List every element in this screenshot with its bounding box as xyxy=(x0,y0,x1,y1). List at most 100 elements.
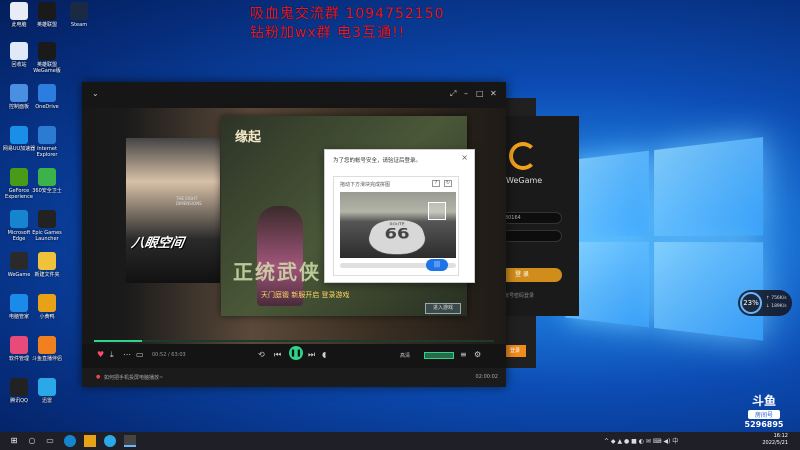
speed-toggle[interactable] xyxy=(424,352,454,359)
wegame-taskbar-icon[interactable] xyxy=(124,435,136,447)
nvidia-icon xyxy=(10,168,28,186)
like-icon[interactable]: ♥ xyxy=(97,350,104,359)
desktop-icon-label: 迅雷 xyxy=(41,398,52,404)
collapse-icon[interactable]: ⌄ xyxy=(92,90,100,98)
desktop-icon[interactable]: 英雄联盟 WeGame版 xyxy=(30,42,64,74)
desktop-icon-label: Internet Explorer xyxy=(36,146,58,158)
comment-icon[interactable]: ▭ xyxy=(136,350,144,359)
status-message[interactable]: 如何把手机投屏电脑播放~ xyxy=(104,374,163,381)
volume-icon[interactable]: ◖ xyxy=(322,350,326,359)
more-icon[interactable]: ⋯ xyxy=(123,350,131,359)
desktop-icon-label: 小黄鸭 xyxy=(39,314,55,320)
settings-icon[interactable]: ⚙ xyxy=(474,350,481,359)
task-view-icon[interactable]: ▭ xyxy=(44,435,56,447)
loop-icon[interactable]: ⟲ xyxy=(258,350,265,359)
time-display: 00:52 / 63:03 xyxy=(152,352,186,358)
douyu-watermark: 斗鱼 房间号 5296895 xyxy=(742,392,786,429)
status-time: 02:00:02 xyxy=(475,374,498,380)
clock-date: 2022/5/21 xyxy=(762,440,788,446)
refresh-icon[interactable]: ↻ xyxy=(444,180,452,187)
taskbar: ⊞ ○ ▭ ^ ◆ ▲ ● ■ ◐ ✉ ⌨ ◀) 中 16:12 2022/5/… xyxy=(0,432,800,450)
game-logo: 缘起 xyxy=(235,130,262,145)
edge-icon xyxy=(10,210,28,228)
room-number: 5296895 xyxy=(744,420,784,429)
qq-icon xyxy=(10,378,28,396)
desktop-icon[interactable]: 360安全卫士 xyxy=(30,168,64,194)
pause-button[interactable]: ❚❚ xyxy=(289,346,303,360)
tray-icons[interactable]: ^ ◆ ▲ ● ■ ◐ ✉ ⌨ ◀) 中 xyxy=(604,436,678,445)
network-speed-widget[interactable]: 23% ↑ 756K/s ↓ 189K/s xyxy=(738,290,792,316)
wegame-title: WeGame xyxy=(506,176,543,185)
start-icon[interactable]: ⊞ xyxy=(8,435,20,447)
poster-caption: THE EIGHT DIMENSIONS xyxy=(176,196,202,206)
minimize-icon[interactable]: – xyxy=(464,90,472,98)
desktop-icon-label: 360安全卫士 xyxy=(32,188,62,194)
wegame-logo-icon xyxy=(509,142,537,170)
slider-knob[interactable]: ||| xyxy=(426,259,448,271)
desktop-icon[interactable]: 斗鱼直播伴侣 xyxy=(30,336,64,362)
folder-icon xyxy=(38,252,56,270)
fullscreen-icon[interactable]: ⤢ xyxy=(450,90,458,98)
download-speed: ↓ 189K/s xyxy=(766,304,787,309)
captcha-dialog[interactable]: 为了您的帐号安全，请验证后登录。 × 拖动下方滑块完成拼图 ? ↻ ROUTE … xyxy=(324,149,475,283)
security-icon xyxy=(38,168,56,186)
overlay-line-1: 吸血鬼交流群 1094752150 xyxy=(250,6,445,22)
room-label: 房间号 xyxy=(748,410,780,419)
desktop-icon-label: Steam xyxy=(70,22,88,28)
captcha-panel: 拖动下方滑块完成拼图 ? ↻ ROUTE 66 ||| xyxy=(333,176,459,276)
poster-title: 八眼空间 xyxy=(130,236,185,251)
desktop-icon[interactable]: Internet Explorer xyxy=(30,126,64,158)
app-taskbar-icon[interactable] xyxy=(104,435,116,447)
feedback-icon[interactable]: ? xyxy=(432,180,440,187)
captcha-image: ROUTE 66 xyxy=(340,192,456,258)
previous-icon[interactable]: ⏮ xyxy=(274,350,281,360)
playlist-icon[interactable]: ≡ xyxy=(460,350,467,359)
computer-icon xyxy=(10,2,28,20)
desktop-icon[interactable]: 新建文件夹 xyxy=(30,252,64,278)
desktop-icon[interactable]: 英雄联盟 xyxy=(30,2,64,28)
wegame-icon xyxy=(10,252,28,270)
close-icon[interactable]: ✕ xyxy=(490,90,498,98)
edge-taskbar-icon[interactable] xyxy=(64,435,76,447)
thunder-icon xyxy=(38,378,56,396)
lol-wegame-icon xyxy=(38,42,56,60)
clock[interactable]: 16:12 2022/5/21 xyxy=(762,433,788,447)
control-panel-icon xyxy=(10,84,28,102)
desktop-icon-label: Epic Games Launcher xyxy=(32,230,62,242)
desktop-icon-label: 斗鱼直播伴侣 xyxy=(31,356,62,362)
desktop-icon-label: 英雄联盟 WeGame版 xyxy=(33,62,61,74)
desktop-icon[interactable]: Steam xyxy=(62,2,96,28)
warning-icon: ● xyxy=(96,374,101,380)
download-icon[interactable]: ⤓ xyxy=(110,350,114,360)
captcha-hint: 拖动下方滑块完成拼图 xyxy=(340,182,391,188)
search-icon[interactable]: ○ xyxy=(26,435,38,447)
clock-time: 16:12 xyxy=(773,433,788,439)
cpu-percent: 23% xyxy=(740,292,762,314)
side-login-button[interactable]: 登录 xyxy=(504,345,526,357)
douyu-logo: 斗鱼 xyxy=(751,394,776,408)
lol-icon xyxy=(38,2,56,20)
next-icon[interactable]: ⏭ xyxy=(308,350,315,360)
dialog-title: 为了您的帐号安全，请验证后登录。 xyxy=(333,158,422,164)
movie-poster: THE EIGHT DIMENSIONS 八眼空间 xyxy=(126,138,220,283)
windows-logo-art xyxy=(565,136,773,344)
route-shield: ROUTE 66 xyxy=(363,220,431,255)
steam-icon xyxy=(70,2,88,20)
desktop-icon[interactable]: Epic Games Launcher xyxy=(30,210,64,242)
enter-game-button[interactable]: 进入游戏 xyxy=(425,303,461,314)
duck-icon xyxy=(38,294,56,312)
launcher-banner[interactable]: 天门庭锻 新服开启 登录游戏 xyxy=(261,290,349,300)
pc-manager-icon xyxy=(10,294,28,312)
login-mode-link[interactable]: 帐号密码登录 xyxy=(504,292,534,299)
apps-icon xyxy=(10,336,28,354)
uu-icon xyxy=(10,126,28,144)
desktop-icon[interactable]: OneDrive xyxy=(30,84,64,110)
desktop-icon[interactable]: 小黄鸭 xyxy=(30,294,64,320)
quality-selector[interactable]: 高清 xyxy=(400,352,410,359)
player-statusbar: ● 如何把手机投屏电脑播放~ 02:00:02 xyxy=(82,368,506,387)
explorer-taskbar-icon[interactable] xyxy=(84,435,96,447)
maximize-icon[interactable]: □ xyxy=(476,90,484,98)
dialog-close-icon[interactable]: × xyxy=(461,153,468,162)
desktop-icon[interactable]: 迅雷 xyxy=(30,378,64,404)
playback-progress[interactable] xyxy=(94,340,494,342)
